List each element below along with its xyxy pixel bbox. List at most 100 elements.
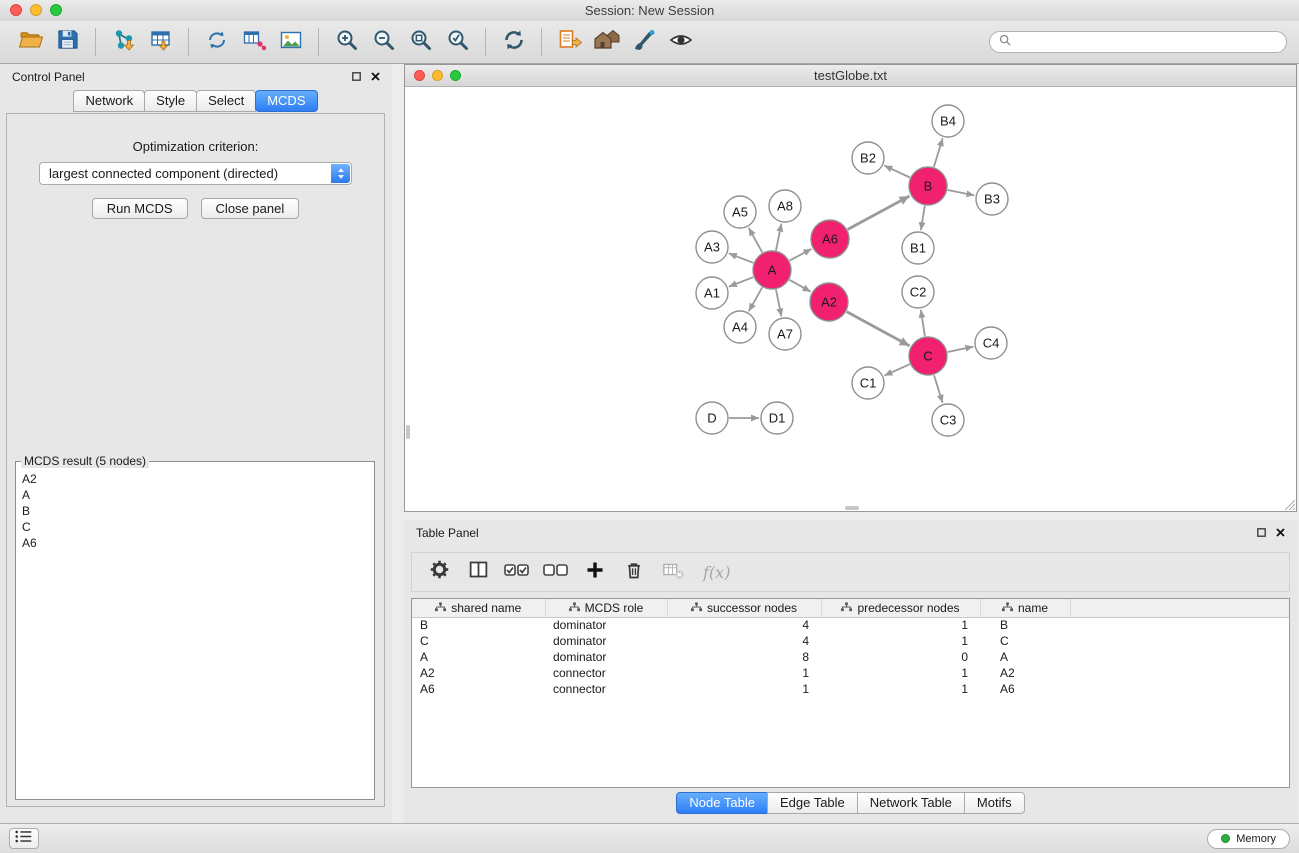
search-input[interactable] <box>1016 35 1277 49</box>
mcds-result-item[interactable]: B <box>22 503 368 519</box>
table-row[interactable]: A6connector11A6 <box>412 681 1289 697</box>
show-columns-button[interactable] <box>465 559 491 585</box>
graph-edge-C-C3[interactable] <box>934 375 943 403</box>
delete-column-button[interactable] <box>621 559 647 585</box>
graph-edge-A-A1[interactable] <box>729 277 754 286</box>
add-column-button[interactable] <box>582 559 608 585</box>
export-image-button[interactable] <box>272 25 309 60</box>
graph-edge-A-A6[interactable] <box>790 249 812 261</box>
table-row[interactable]: Cdominator41C <box>412 633 1289 649</box>
mcds-result-item[interactable]: C <box>22 519 368 535</box>
table-row[interactable]: Bdominator41B <box>412 617 1289 633</box>
network-close-icon[interactable] <box>414 70 425 81</box>
tab-motifs[interactable]: Motifs <box>964 792 1025 814</box>
delete-table-icon <box>662 559 684 586</box>
resize-grip-icon[interactable] <box>1283 498 1295 510</box>
show-panels-button[interactable] <box>9 828 39 849</box>
tab-edge-table[interactable]: Edge Table <box>767 792 858 814</box>
mcds-result-item[interactable]: A <box>22 487 368 503</box>
close-panel-button[interactable]: Close panel <box>201 198 300 219</box>
float-panel-icon[interactable] <box>352 70 361 84</box>
zoom-selected-button[interactable] <box>439 25 476 60</box>
open-session-button[interactable] <box>12 25 49 60</box>
table-row[interactable]: A2connector11A2 <box>412 665 1289 681</box>
graph-edge-A-A3[interactable] <box>729 253 754 262</box>
delete-table-button[interactable] <box>660 559 686 585</box>
close-window-icon[interactable] <box>10 4 22 16</box>
zoom-in-button[interactable] <box>328 25 365 60</box>
column-header-predecessor-nodes[interactable]: predecessor nodes <box>821 599 980 617</box>
save-session-button[interactable] <box>49 25 86 60</box>
float-panel-icon[interactable] <box>1257 526 1266 540</box>
graph-node-label-A3: A3 <box>704 240 720 255</box>
tab-network-table[interactable]: Network Table <box>857 792 965 814</box>
horizontal-scrollbar[interactable] <box>845 506 859 510</box>
vertical-scrollbar[interactable] <box>406 425 410 439</box>
first-neighbors-button[interactable] <box>551 25 588 60</box>
graph-edge-A-A8[interactable] <box>776 224 781 251</box>
unselect-all-columns-button[interactable] <box>543 559 569 585</box>
tab-node-table[interactable]: Node Table <box>676 792 768 814</box>
optimization-select[interactable]: largest connected component (directed) <box>39 162 352 185</box>
graph-edge-A-A7[interactable] <box>776 290 781 317</box>
import-network-button[interactable] <box>105 25 142 60</box>
network-canvas[interactable]: B4B2BB3A5A8A6A3B1AA1C2A2A4A7C4CC1C3DD1 <box>405 87 1296 511</box>
graph-edge-B-B2[interactable] <box>884 166 910 178</box>
eye-icon <box>668 27 694 58</box>
column-header-shared-name[interactable]: shared name <box>412 599 545 617</box>
network-zoom-icon[interactable] <box>450 70 461 81</box>
toolbar-separator <box>318 28 319 56</box>
close-panel-icon[interactable] <box>371 70 380 84</box>
tab-select[interactable]: Select <box>196 90 256 112</box>
network-minimize-icon[interactable] <box>432 70 443 81</box>
select-all-columns-button[interactable] <box>504 559 530 585</box>
graph-edge-A6-B[interactable] <box>848 196 910 230</box>
export-table-button[interactable] <box>235 25 272 60</box>
table-cell-filler <box>1070 617 1289 633</box>
table-settings-button[interactable] <box>426 559 452 585</box>
import-table-button[interactable] <box>142 25 179 60</box>
function-builder-button[interactable]: f(x) <box>703 563 730 582</box>
toolbar-search[interactable] <box>989 31 1287 53</box>
graph-edge-A-A2[interactable] <box>789 280 810 292</box>
graph-edge-C-C4[interactable] <box>948 347 974 352</box>
tab-mcds[interactable]: MCDS <box>255 90 317 112</box>
graph-edge-B-B1[interactable] <box>921 206 925 231</box>
table-cell-filler <box>1070 665 1289 681</box>
export-network-button[interactable] <box>198 25 235 60</box>
table-panel-title: Table Panel <box>416 526 479 540</box>
minimize-window-icon[interactable] <box>30 4 42 16</box>
column-header-MCDS-role[interactable]: MCDS role <box>545 599 667 617</box>
tab-network[interactable]: Network <box>73 90 145 112</box>
graph-edge-C-C1[interactable] <box>884 364 909 375</box>
zoom-fit-button[interactable] <box>402 25 439 60</box>
table-row[interactable]: Adominator80A <box>412 649 1289 665</box>
column-header-name[interactable]: name <box>980 599 1070 617</box>
graph-edge-A2-C[interactable] <box>847 312 910 346</box>
show-all-button[interactable] <box>588 25 625 60</box>
graph-edge-B-B4[interactable] <box>934 138 943 167</box>
refresh-layout-button[interactable] <box>495 25 532 60</box>
run-mcds-button[interactable]: Run MCDS <box>92 198 188 219</box>
close-panel-icon[interactable] <box>1276 526 1285 540</box>
zoom-window-icon[interactable] <box>50 4 62 16</box>
app-titlebar: Session: New Session <box>0 0 1299 21</box>
style-brush-button[interactable] <box>625 25 662 60</box>
memory-button[interactable]: Memory <box>1207 829 1290 849</box>
tab-style[interactable]: Style <box>144 90 197 112</box>
toggle-view-button[interactable] <box>662 25 699 60</box>
mcds-result-item[interactable]: A6 <box>22 535 368 551</box>
graph-node-label-B3: B3 <box>984 192 1000 207</box>
network-window-titlebar[interactable]: testGlobe.txt <box>405 65 1296 87</box>
graph-edge-A-A5[interactable] <box>749 228 763 253</box>
graph-edge-B-B3[interactable] <box>948 190 975 195</box>
mcds-result-item[interactable]: A2 <box>22 471 368 487</box>
graph-edge-C-C2[interactable] <box>921 310 925 336</box>
table-cell-filler <box>1070 633 1289 649</box>
zoom-out-button[interactable] <box>365 25 402 60</box>
combo-stepper-icon <box>331 164 350 183</box>
graph-edge-A-A4[interactable] <box>749 287 762 311</box>
table-cell: 8 <box>667 649 821 665</box>
network-graph[interactable]: B4B2BB3A5A8A6A3B1AA1C2A2A4A7C4CC1C3DD1 <box>405 87 1296 511</box>
column-header-successor-nodes[interactable]: successor nodes <box>667 599 821 617</box>
